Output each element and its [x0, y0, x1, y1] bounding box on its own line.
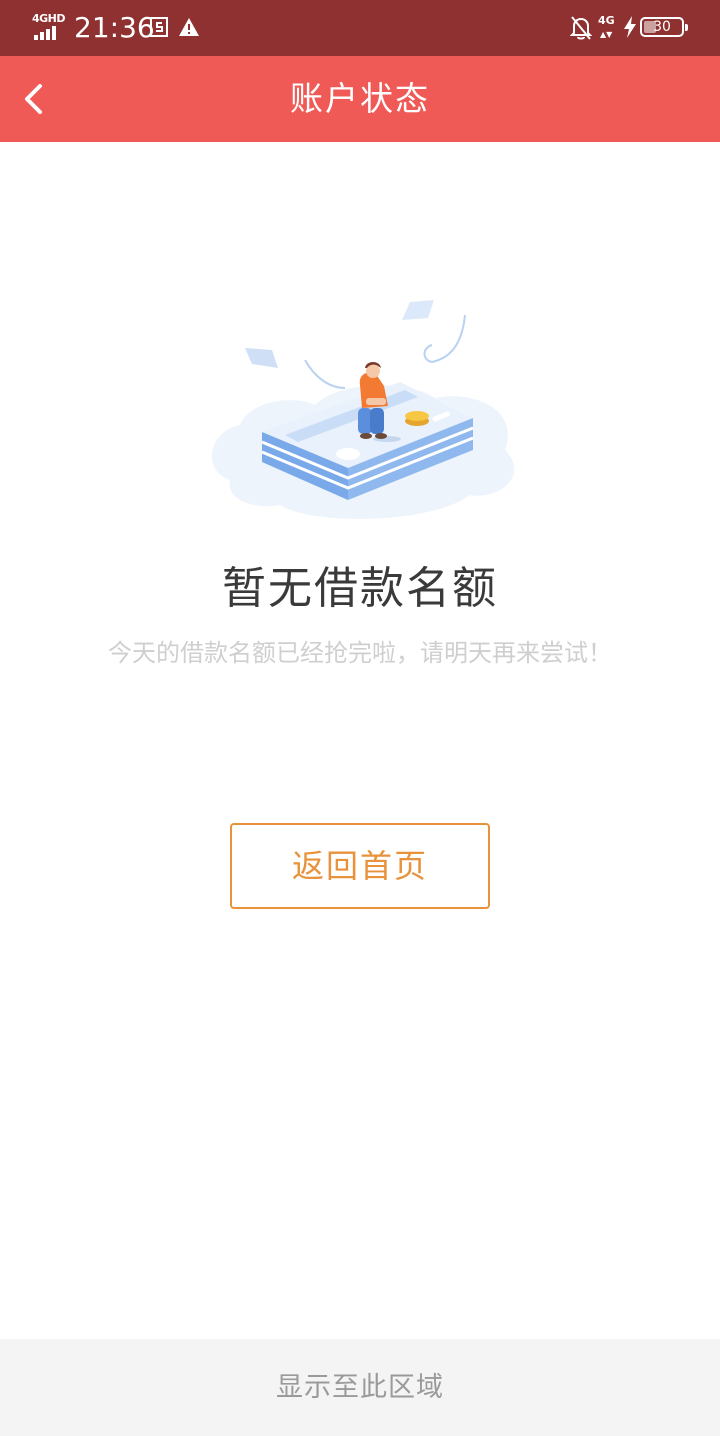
status-bar: 4GHD 21:36 4G ▲▼ 30: [0, 0, 720, 56]
nav-bar: 账户状态: [0, 56, 720, 142]
mobile-data-label: 4G: [598, 14, 615, 27]
bell-off-icon: [569, 15, 593, 41]
warning-icon: [178, 17, 200, 37]
empty-state-illustration: [200, 290, 520, 530]
battery-icon: 30: [640, 17, 688, 37]
bolt-icon: [623, 16, 637, 38]
return-home-button[interactable]: 返回首页: [230, 823, 490, 909]
empty-state-title: 暂无借款名额: [222, 563, 498, 614]
app-notification-icon: [150, 17, 168, 37]
cellular-signal-icon: 4GHD: [32, 12, 66, 40]
empty-state-description: 今天的借款名额已经抢完啦，请明天再来尝试！: [108, 639, 612, 667]
back-button[interactable]: [8, 70, 64, 128]
battery-level: 30: [653, 19, 671, 35]
mobile-data-icon: 4G ▲▼: [598, 14, 615, 39]
network-type-label: 4GHD: [32, 12, 66, 25]
bottom-bar-label: 显示至此区域: [276, 1372, 444, 1403]
chevron-left-icon: [25, 84, 42, 114]
page-title: 账户状态: [290, 79, 430, 118]
bottom-bar: 显示至此区域: [0, 1339, 720, 1436]
status-time: 21:36: [74, 11, 155, 44]
